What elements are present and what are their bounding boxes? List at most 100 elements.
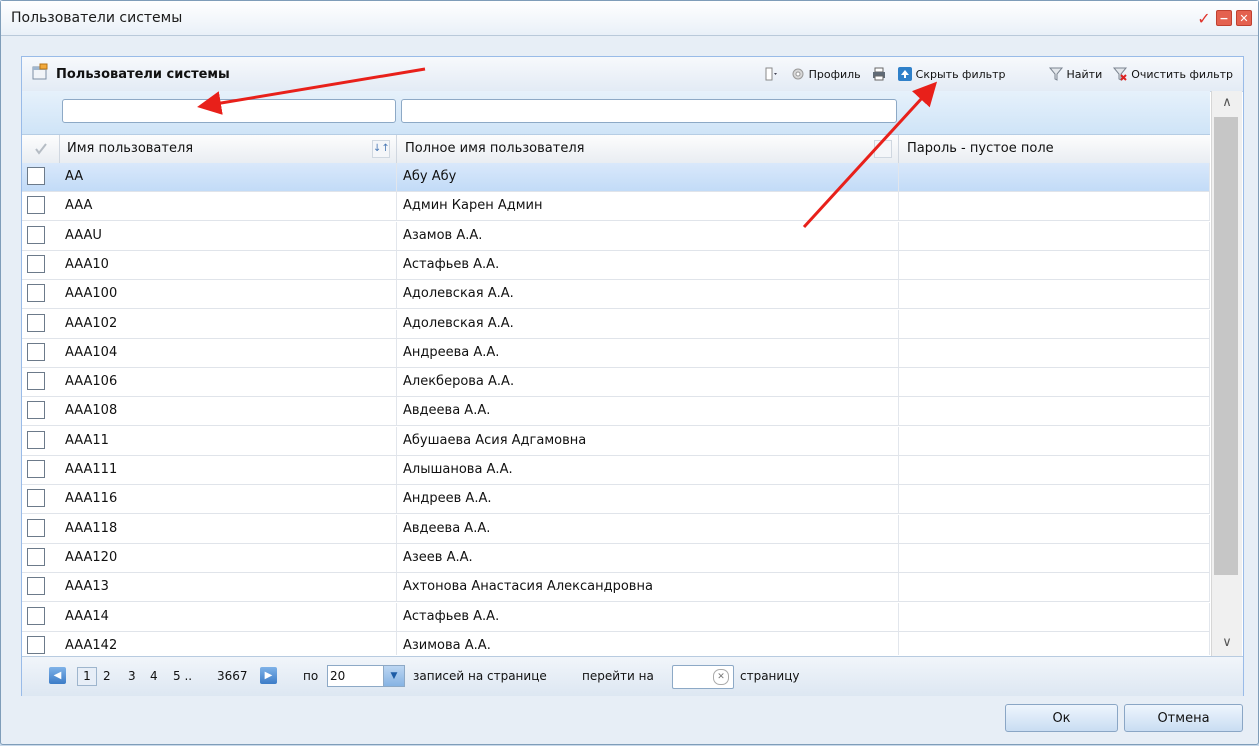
cell-pwd	[899, 397, 1210, 426]
cancel-button[interactable]: Отмена	[1124, 704, 1243, 732]
row-checkbox[interactable]	[27, 606, 45, 625]
columns-menu-button[interactable]	[760, 64, 784, 84]
row-checkbox[interactable]	[27, 489, 45, 508]
row-checkbox[interactable]	[27, 430, 45, 449]
table-row[interactable]: AA Абу Абу	[22, 163, 1210, 192]
row-checkbox[interactable]	[27, 284, 45, 303]
table-row[interactable]: AAA104 Андреева А.А.	[22, 338, 1210, 368]
find-button[interactable]: Найти	[1044, 64, 1107, 84]
page-link-4[interactable]: 4	[150, 669, 158, 683]
select-all-checkbox[interactable]	[22, 135, 60, 163]
cell-name: Азимова А.А.	[397, 631, 899, 655]
cell-pwd	[899, 309, 1210, 338]
cell-pwd	[899, 338, 1210, 367]
row-checkbox[interactable]	[27, 196, 45, 215]
cell-name: Админ Карен Админ	[397, 192, 899, 221]
pagination-bar: ◀ 1 2 3 4 5 .. 3667 ▶ по 20 ▼ записей на…	[22, 656, 1243, 696]
cell-login: AAA13	[59, 573, 397, 602]
window-title: Пользователи системы	[11, 10, 183, 26]
scroll-down-icon[interactable]: ∨	[1212, 633, 1242, 653]
close-icon[interactable]: ✕	[1236, 10, 1252, 26]
per-page-select[interactable]: 20	[327, 665, 385, 687]
table-row[interactable]: AAAU Азамов А.А.	[22, 221, 1210, 251]
table-row[interactable]: AAA100 Адолевская А.А.	[22, 280, 1210, 310]
confirm-icon[interactable]: ✓	[1196, 9, 1212, 28]
scroll-up-icon[interactable]: ∧	[1212, 93, 1242, 113]
table-row[interactable]: AAA120 Азеев А.А.	[22, 543, 1210, 573]
cell-name: Адолевская А.А.	[397, 280, 899, 309]
table-row[interactable]: AAA10 Астафьев А.А.	[22, 250, 1210, 280]
ok-button[interactable]: Ок	[1005, 704, 1118, 732]
cell-name: Авдеева А.А.	[397, 397, 899, 426]
fullname-filter-input[interactable]	[401, 99, 897, 123]
table-row[interactable]: AAA13 Ахтонова Анастасия Александровна	[22, 573, 1210, 603]
sort-icon[interactable]: ↓↑	[372, 140, 390, 158]
cell-name: Андреев А.А.	[397, 485, 899, 514]
cell-pwd	[899, 602, 1210, 631]
title-bar[interactable]: Пользователи системы ✓ − ✕	[1, 1, 1258, 36]
table-row[interactable]: AAA142 Азимова А.А.	[22, 631, 1210, 655]
cell-pwd	[899, 192, 1210, 221]
cell-name: Ахтонова Анастасия Александровна	[397, 573, 899, 602]
panel-title: Пользователи системы	[56, 67, 230, 82]
table-row[interactable]: AAA111 Алышанова А.А.	[22, 456, 1210, 485]
row-checkbox[interactable]	[27, 372, 45, 391]
profile-label: Профиль	[808, 67, 861, 81]
cell-name: Алекберова А.А.	[397, 368, 899, 397]
row-checkbox[interactable]	[27, 167, 45, 185]
goto-page-input[interactable]: ✕	[672, 665, 734, 689]
cell-login: AAA111	[59, 456, 397, 484]
column-header-empty-password[interactable]: Пароль - пустое поле	[899, 135, 1210, 163]
minimize-icon[interactable]: −	[1216, 10, 1232, 26]
cell-name: Астафьев А.А.	[397, 602, 899, 631]
cell-name: Астафьев А.А.	[397, 250, 899, 279]
row-checkbox[interactable]	[27, 577, 45, 596]
column-header-fullname[interactable]: Полное имя пользователя	[397, 135, 899, 163]
cell-login: AAA108	[59, 397, 397, 426]
current-page[interactable]: 1	[77, 667, 97, 686]
prev-page-icon[interactable]: ◀	[49, 667, 66, 684]
table-row[interactable]: AAA102 Адолевская А.А.	[22, 309, 1210, 339]
table-row[interactable]: AAA14 Астафьев А.А.	[22, 602, 1210, 632]
cell-login: AAA106	[59, 368, 397, 397]
row-checkbox[interactable]	[27, 518, 45, 537]
cell-login: AAA120	[59, 543, 397, 572]
cell-pwd	[899, 280, 1210, 309]
print-button[interactable]	[867, 64, 891, 84]
row-checkbox[interactable]	[27, 460, 45, 478]
row-checkbox[interactable]	[27, 547, 45, 566]
table-row[interactable]: AAA106 Алекберова А.А.	[22, 368, 1210, 398]
page-link-2[interactable]: 2	[103, 669, 111, 683]
table-row[interactable]: AAA11 Абушаева Асия Адгамовна	[22, 426, 1210, 456]
page-link-5[interactable]: 5 ..	[173, 669, 192, 683]
chevron-down-icon[interactable]: ▼	[383, 665, 405, 687]
row-checkbox[interactable]	[27, 342, 45, 361]
table-row[interactable]: AAA116 Андреев А.А.	[22, 485, 1210, 515]
row-checkbox[interactable]	[27, 313, 45, 332]
columns-icon	[765, 67, 777, 81]
row-checkbox[interactable]	[27, 635, 45, 654]
row-checkbox[interactable]	[27, 225, 45, 244]
profile-button[interactable]: Профиль	[786, 64, 865, 84]
cell-pwd	[899, 514, 1210, 543]
scrollbar-thumb[interactable]	[1214, 117, 1238, 575]
users-dialog: Пользователи системы ✓ − ✕ Пользователи …	[0, 0, 1259, 745]
page-link-last[interactable]: 3667	[217, 669, 248, 683]
clear-filter-button[interactable]: Очистить фильтр	[1108, 64, 1237, 84]
vertical-scrollbar[interactable]: ∧ ∨	[1211, 91, 1242, 656]
next-page-icon[interactable]: ▶	[260, 667, 277, 684]
find-label: Найти	[1066, 67, 1103, 81]
filter-bar	[22, 91, 1210, 135]
row-checkbox[interactable]	[27, 254, 45, 273]
clear-icon[interactable]: ✕	[713, 669, 729, 685]
hide-filter-button[interactable]: Скрыть фильтр	[893, 64, 1010, 84]
row-checkbox[interactable]	[27, 401, 45, 420]
username-filter-input[interactable]	[62, 99, 396, 123]
table-row[interactable]: AAA Админ Карен Админ	[22, 192, 1210, 222]
column-header-username[interactable]: Имя пользователя ↓↑	[59, 135, 397, 163]
table-row[interactable]: AAA108 Авдеева А.А.	[22, 397, 1210, 427]
table-row[interactable]: AAA118 Авдеева А.А.	[22, 514, 1210, 544]
cell-name: Азамов А.А.	[397, 221, 899, 250]
page-link-3[interactable]: 3	[128, 669, 136, 683]
column-header-fullname-label: Полное имя пользователя	[405, 141, 585, 156]
